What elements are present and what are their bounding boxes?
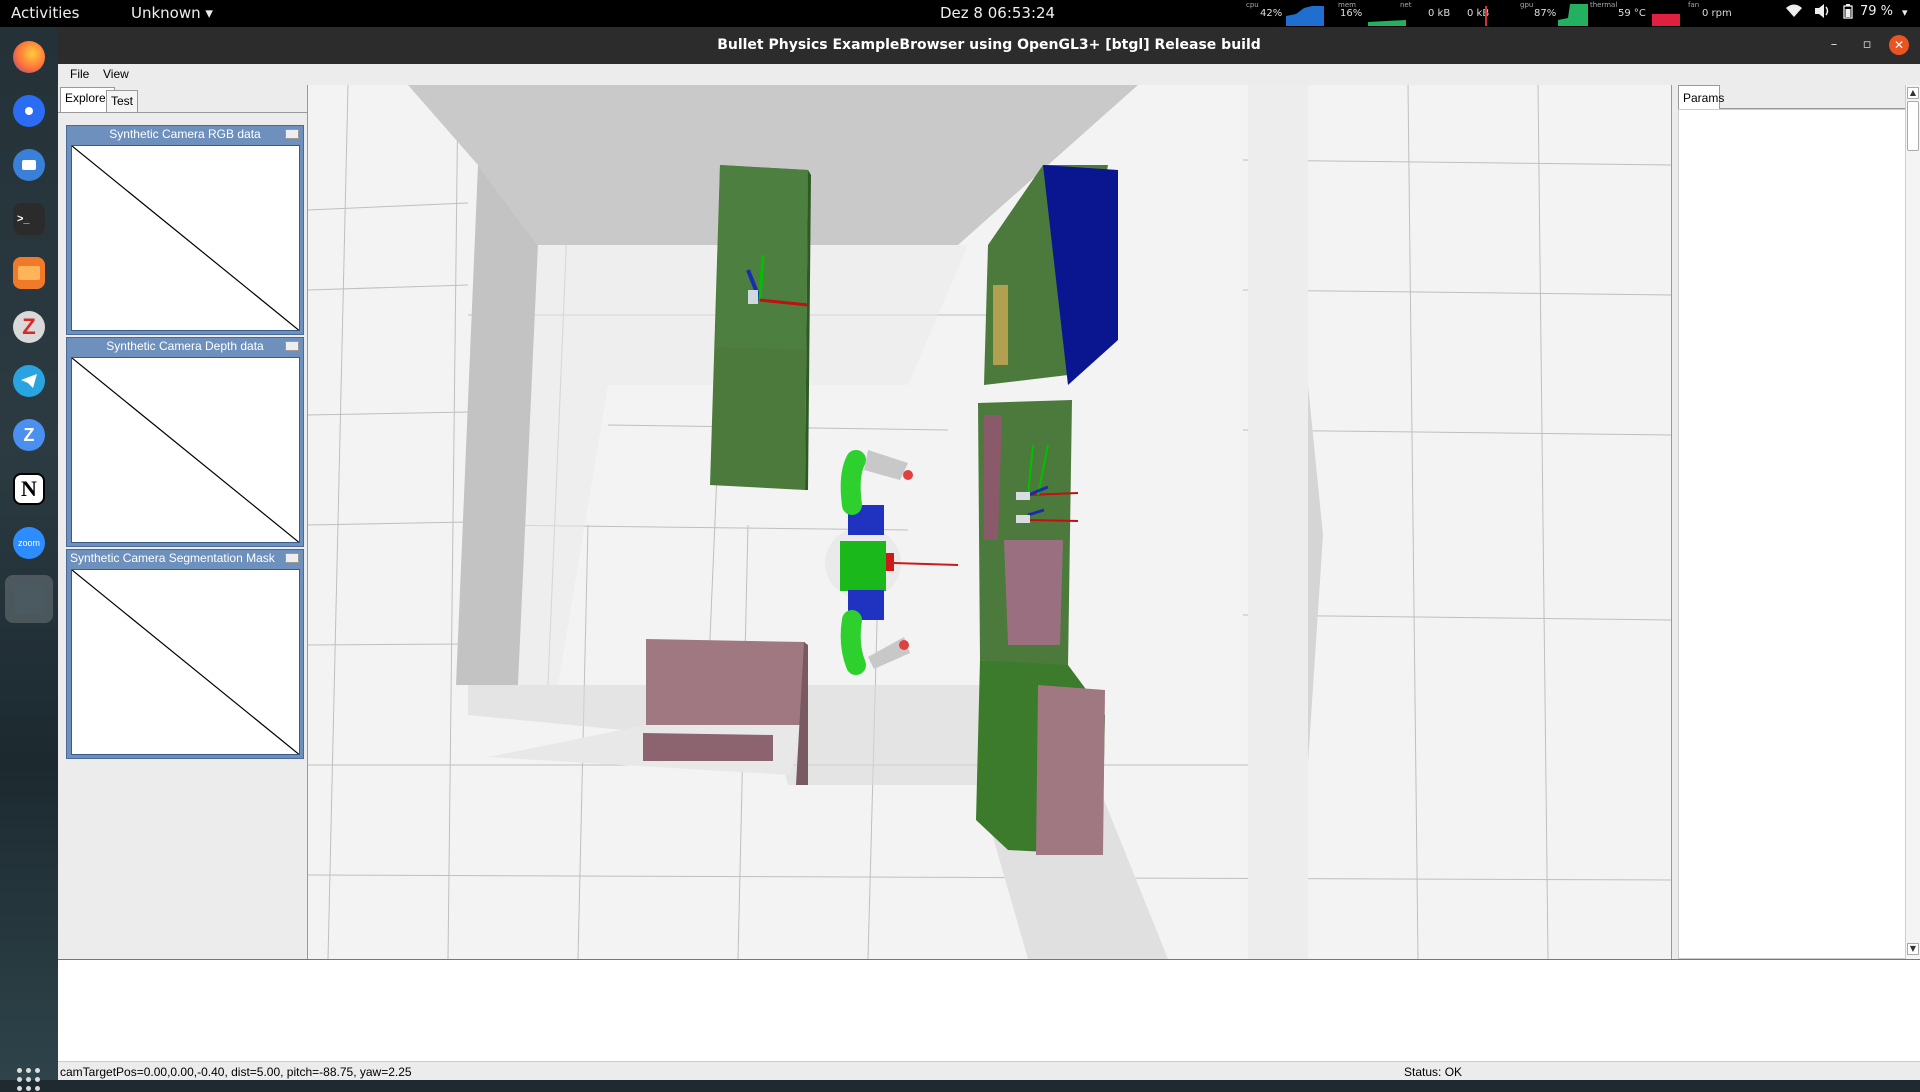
window-titlebar[interactable]: Bullet Physics ExampleBrowser using Open… bbox=[58, 27, 1920, 64]
table-top bbox=[646, 639, 805, 725]
segmentation-mask-view bbox=[71, 569, 300, 755]
dock: >_ Z Z N zoom bbox=[0, 27, 58, 1091]
3d-viewport[interactable] bbox=[308, 85, 1671, 959]
maximize-icon[interactable]: ▫ bbox=[1857, 35, 1877, 55]
terminal-icon[interactable]: >_ bbox=[13, 203, 45, 235]
menu-file[interactable]: File bbox=[70, 67, 89, 81]
segmentation-mask-title: Synthetic Camera Segmentation Mask bbox=[70, 551, 275, 565]
scroll-down-icon[interactable]: ▼ bbox=[1907, 943, 1919, 955]
camera-status: camTargetPos=0.00,0.00,-0.40, dist=5.00,… bbox=[60, 1065, 412, 1079]
explorer-panel: Explorer Test Synthetic Camera RGB data … bbox=[58, 85, 308, 959]
cabinet-right-base bbox=[1036, 685, 1105, 855]
depth-camera-minimize-button[interactable] bbox=[285, 341, 299, 351]
app-menu[interactable]: Unknown ▾ bbox=[131, 4, 213, 22]
clock[interactable]: Dez 8 06:53:24 bbox=[940, 4, 1055, 22]
thermal-monitor[interactable]: thermal 59 °C bbox=[1590, 0, 1680, 27]
depth-camera-panel[interactable]: Synthetic Camera Depth data bbox=[66, 337, 304, 547]
rgb-camera-view bbox=[71, 145, 300, 331]
volume-icon[interactable] bbox=[1815, 4, 1831, 22]
battery-level[interactable]: 79 % bbox=[1860, 4, 1893, 19]
tab-params-label: Params bbox=[1683, 91, 1725, 105]
segmentation-mask-panel[interactable]: Synthetic Camera Segmentation Mask bbox=[66, 549, 304, 759]
firefox-icon[interactable] bbox=[13, 41, 45, 73]
net-label: net bbox=[1400, 1, 1412, 9]
tab-test-label: Test bbox=[111, 94, 134, 108]
tab-params[interactable]: Params bbox=[1678, 85, 1724, 109]
scroll-up-icon[interactable]: ▲ bbox=[1907, 87, 1919, 99]
show-apps-icon[interactable] bbox=[17, 1068, 41, 1092]
wifi-icon[interactable] bbox=[1786, 4, 1802, 22]
chevron-down-icon: ▾ bbox=[205, 4, 213, 22]
params-body bbox=[1678, 109, 1906, 959]
fan-label: fan bbox=[1688, 1, 1700, 9]
active-app-icon[interactable] bbox=[5, 575, 53, 623]
app-menu-label: Unknown bbox=[131, 4, 201, 22]
thermal-label: thermal bbox=[1590, 1, 1618, 9]
console-output[interactable] bbox=[58, 959, 1920, 1061]
menu-bar: File View bbox=[58, 64, 1920, 85]
zoom-label: zoom bbox=[17, 538, 40, 548]
thermal-graph bbox=[1652, 14, 1680, 26]
minimize-icon[interactable]: – bbox=[1824, 35, 1844, 55]
gpu-label: gpu bbox=[1520, 1, 1534, 9]
zoom-icon[interactable]: zoom bbox=[13, 527, 45, 559]
telegram-icon[interactable] bbox=[13, 365, 45, 397]
tab-divider bbox=[58, 112, 308, 113]
depth-camera-title: Synthetic Camera Depth data bbox=[106, 339, 264, 353]
depth-camera-view bbox=[71, 357, 300, 543]
notion-icon[interactable]: N bbox=[13, 473, 45, 505]
window-title: Bullet Physics ExampleBrowser using Open… bbox=[717, 37, 1261, 53]
status-ok: Status: OK bbox=[1404, 1065, 1463, 1079]
scroll-thumb[interactable] bbox=[1907, 101, 1919, 151]
net-value: 0 kB bbox=[1428, 8, 1451, 19]
system-menu-chevron-icon[interactable]: ▾ bbox=[1902, 6, 1908, 19]
rgb-camera-title: Synthetic Camera RGB data bbox=[109, 127, 261, 141]
rgb-camera-panel[interactable]: Synthetic Camera RGB data bbox=[66, 125, 304, 335]
files-icon[interactable] bbox=[13, 257, 45, 289]
app-window: Bullet Physics ExampleBrowser using Open… bbox=[58, 27, 1920, 1080]
fan-monitor[interactable]: fan 0 rpm bbox=[1682, 0, 1742, 27]
status-bar: camTargetPos=0.00,0.00,-0.40, dist=5.00,… bbox=[58, 1061, 1920, 1080]
fan-value: 0 rpm bbox=[1702, 8, 1732, 19]
mem-value: 16% bbox=[1340, 8, 1363, 19]
gpu-graph bbox=[1558, 4, 1588, 26]
activities-button[interactable]: Activities bbox=[11, 4, 79, 22]
chromium-icon[interactable] bbox=[13, 95, 45, 127]
cpu-monitor[interactable]: cpu 42% bbox=[1246, 0, 1336, 27]
gpu-value: 87% bbox=[1534, 8, 1557, 19]
zotero-icon[interactable]: Z bbox=[13, 311, 45, 343]
battery-icon[interactable] bbox=[1843, 4, 1853, 23]
segmentation-mask-minimize-button[interactable] bbox=[285, 553, 299, 563]
params-scrollbar[interactable]: ▲ ▼ bbox=[1905, 85, 1920, 959]
physics-scene[interactable] bbox=[308, 85, 1671, 959]
rgb-camera-minimize-button[interactable] bbox=[285, 129, 299, 139]
table-shelf bbox=[643, 733, 773, 761]
close-icon[interactable]: ✕ bbox=[1889, 35, 1909, 55]
thunderbird-icon[interactable] bbox=[13, 149, 45, 181]
system-top-bar: Activities Unknown ▾ Dez 8 06:53:24 cpu … bbox=[0, 0, 1920, 27]
params-tab-line bbox=[1720, 85, 1905, 109]
tab-test[interactable]: Test bbox=[106, 90, 139, 112]
menu-view[interactable]: View bbox=[103, 67, 129, 81]
net-graph bbox=[1485, 6, 1487, 26]
params-panel: Params bbox=[1671, 85, 1920, 959]
thermal-value: 59 °C bbox=[1618, 8, 1646, 19]
tab-explorer-label: Explorer bbox=[65, 91, 110, 105]
cpu-label: cpu bbox=[1246, 1, 1259, 9]
cpu-graph bbox=[1286, 6, 1324, 26]
cpu-value: 42% bbox=[1260, 8, 1283, 19]
zulip-icon[interactable]: Z bbox=[13, 419, 45, 451]
